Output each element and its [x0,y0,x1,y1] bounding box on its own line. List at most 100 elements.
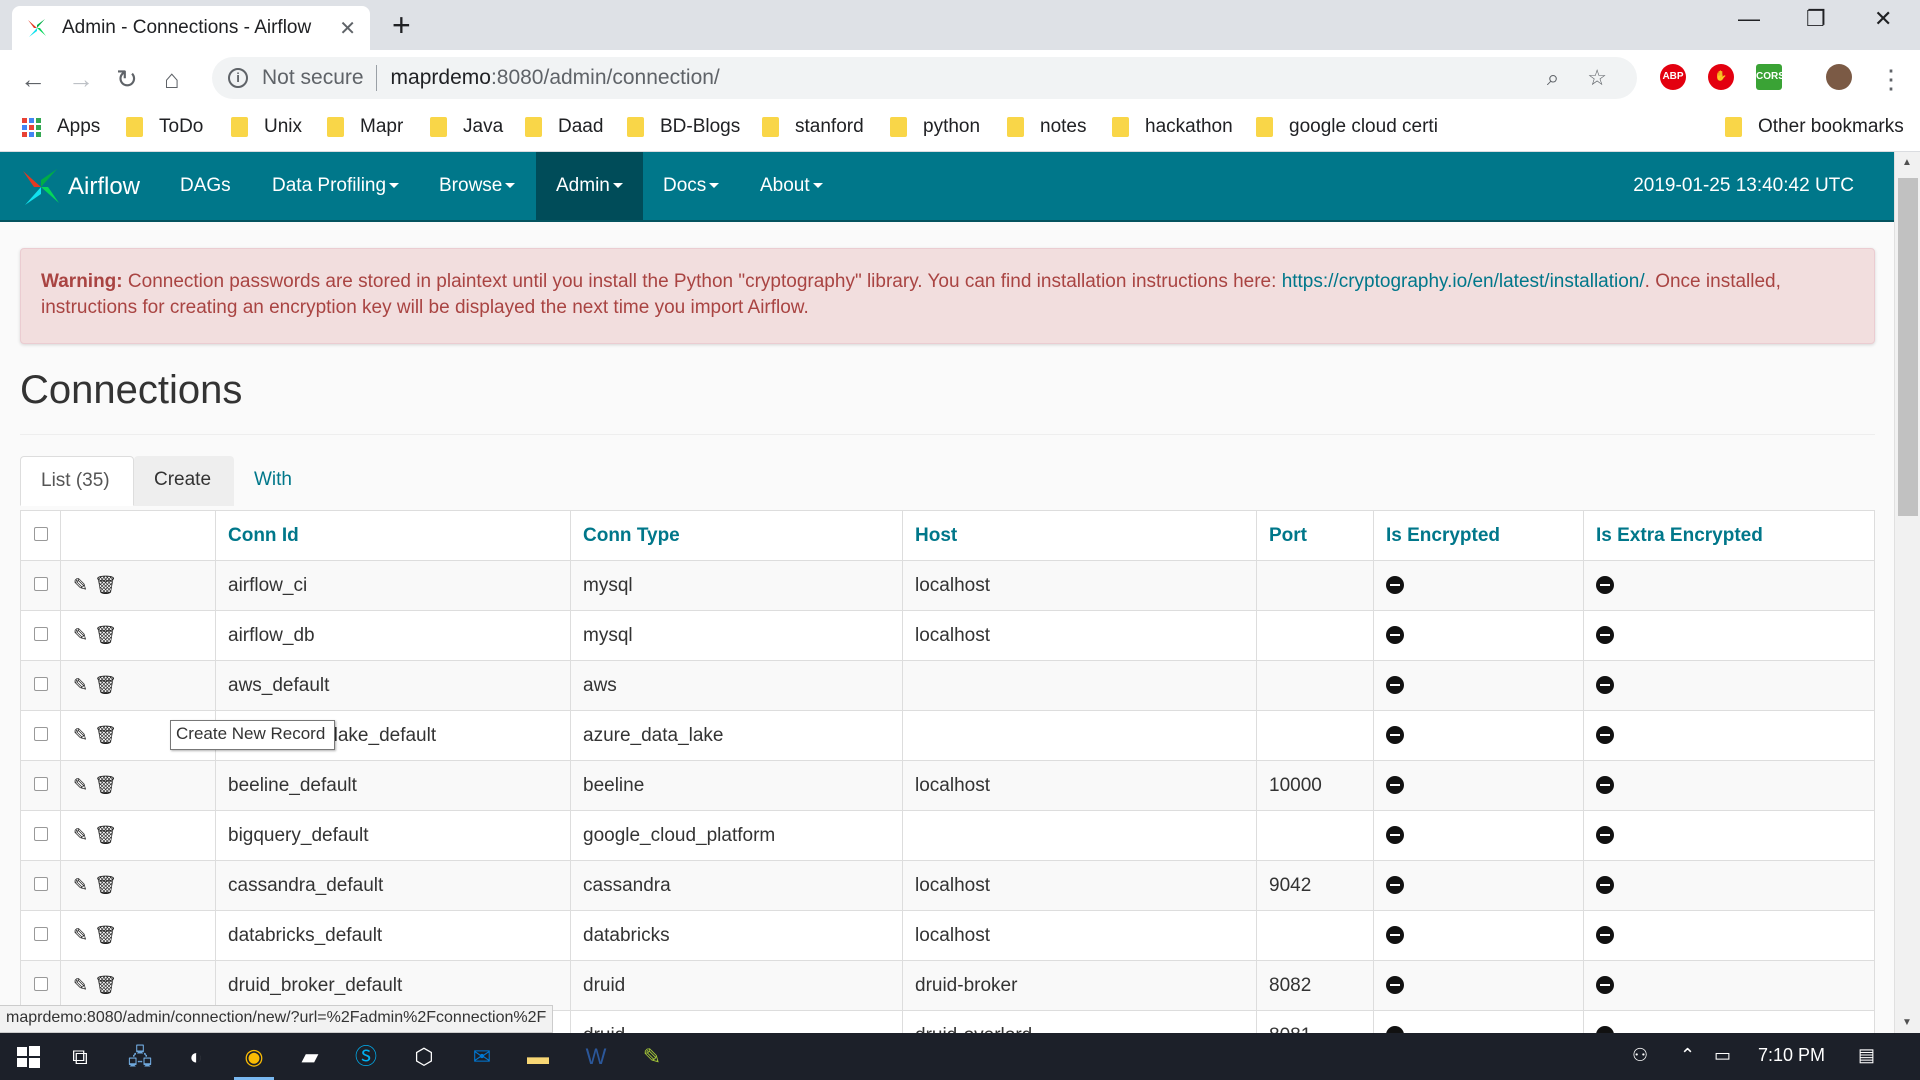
virtualbox-icon[interactable]: ⬡ [410,1043,438,1071]
hand-extension-icon[interactable]: ✋ [1708,64,1734,90]
forward-arrow-icon[interactable]: → [68,64,94,95]
delete-trash-icon[interactable]: 🗑 [94,675,117,696]
nav-browse[interactable]: Browse [419,152,535,220]
home-icon[interactable]: ⌂ [164,64,180,95]
chrome-menu-icon[interactable]: ⋮ [1878,64,1904,95]
cors-extension-icon[interactable]: CORS [1756,64,1785,90]
row-checkbox[interactable] [33,776,48,791]
tray-chevron-icon[interactable]: ⌃ [1680,1045,1695,1066]
bookmark-hackathon[interactable]: hackathon [1112,116,1233,138]
nav-dags[interactable]: DAGs [160,152,251,220]
address-bar[interactable]: i Not secure maprdemo:8080/admin/connect… [212,57,1637,99]
scroll-down-arrow-icon[interactable]: ▼ [1902,1017,1912,1028]
windows-start-icon[interactable] [14,1043,42,1071]
zoom-icon[interactable]: ⌕ [1547,65,1559,90]
column-header-is-extra-encrypted[interactable]: Is Extra Encrypted [1583,510,1875,561]
back-arrow-icon[interactable]: ← [20,64,46,95]
row-checkbox[interactable] [33,576,48,591]
delete-trash-icon[interactable]: 🗑 [94,575,117,596]
edit-pencil-icon[interactable]: ✎ [73,925,88,946]
bookmark-mapr[interactable]: Mapr [327,116,403,138]
action-center-icon[interactable]: ▤ [1858,1045,1875,1066]
delete-trash-icon[interactable]: 🗑 [94,825,117,846]
bookmark-google-cloud-certi[interactable]: google cloud certi [1256,116,1438,138]
row-checkbox[interactable] [33,926,48,941]
with-selected-dropdown[interactable]: With selected [234,456,345,579]
reload-icon[interactable]: ↻ [116,64,138,95]
bookmark-stanford[interactable]: stanford [762,116,864,138]
nav-about[interactable]: About [740,152,843,220]
host-cell: localhost [902,860,1257,911]
bookmark-other[interactable]: Other bookmarks [1725,116,1904,138]
window-minimize-button[interactable]: — [1738,6,1760,32]
edit-pencil-icon[interactable]: ✎ [73,875,88,896]
row-checkbox[interactable] [33,876,48,891]
bookmark-todo[interactable]: ToDo [126,116,203,138]
tab-create[interactable]: Create [134,456,234,506]
skype-icon[interactable]: Ⓢ [352,1043,380,1071]
tab-close-icon[interactable]: ✕ [339,16,356,41]
media-app-icon[interactable]: ◐ [182,1043,210,1071]
edit-pencil-icon[interactable]: ✎ [73,725,88,746]
edit-pencil-icon[interactable]: ✎ [73,825,88,846]
profile-avatar[interactable] [1826,64,1852,90]
info-icon[interactable]: i [228,68,248,88]
column-header-port[interactable]: Port [1256,510,1374,561]
row-checkbox[interactable] [33,676,48,691]
page-scrollbar[interactable]: ▲ ▼ [1894,152,1920,1033]
edit-pencil-icon[interactable]: ✎ [73,975,88,996]
window-restore-button[interactable]: ❐ [1806,6,1826,32]
delete-trash-icon[interactable]: 🗑 [94,975,117,996]
row-checkbox[interactable] [33,626,48,641]
edit-pencil-icon[interactable]: ✎ [73,775,88,796]
delete-trash-icon[interactable]: 🗑 [94,875,117,896]
row-checkbox[interactable] [33,826,48,841]
nav-data-profiling[interactable]: Data Profiling [252,152,419,220]
scrollbar-thumb[interactable] [1898,178,1918,516]
column-header-is-encrypted[interactable]: Is Encrypted [1373,510,1584,561]
delete-trash-icon[interactable]: 🗑 [94,625,117,646]
outlook-icon[interactable]: ✉ [468,1043,496,1071]
bookmark-daad[interactable]: Daad [525,116,603,138]
bookmark-unix[interactable]: Unix [231,116,302,138]
delete-trash-icon[interactable]: 🗑 [94,725,117,746]
taskbar-clock[interactable]: 7:10 PM [1758,1045,1825,1066]
delete-trash-icon[interactable]: 🗑 [94,925,117,946]
nav-admin[interactable]: Admin [536,152,643,220]
browser-tab[interactable]: Admin - Connections - Airflow ✕ [12,6,370,50]
edit-pencil-icon[interactable]: ✎ [73,625,88,646]
column-header-conn-type[interactable]: Conn Type [570,510,903,561]
bookmark-java[interactable]: Java [430,116,503,138]
bookmark-notes[interactable]: notes [1007,116,1086,138]
nav-docs[interactable]: Docs [643,152,739,220]
network-app-icon[interactable]: 🖧 [126,1043,154,1071]
bookmark-apps[interactable]: Apps [22,116,100,138]
battery-icon[interactable]: ▭ [1714,1045,1731,1066]
cryptography-install-link[interactable]: https://cryptography.io/en/latest/instal… [1282,271,1645,292]
select-all-checkbox[interactable] [33,526,48,541]
row-checkbox[interactable] [33,976,48,991]
window-close-button[interactable]: ✕ [1874,6,1892,32]
adblock-extension-icon[interactable]: ABP [1660,64,1686,90]
airflow-brand[interactable]: Airflow [20,166,140,208]
row-checkbox[interactable] [33,726,48,741]
scroll-up-arrow-icon[interactable]: ▲ [1902,157,1912,168]
chrome-taskbar-icon[interactable]: ◉ [240,1043,268,1071]
new-tab-button[interactable]: + [392,9,411,41]
bookmark-star-icon[interactable]: ☆ [1587,65,1607,90]
notes-app-icon[interactable]: ▰ [296,1043,324,1071]
people-icon[interactable]: ⚇ [1632,1045,1648,1066]
task-view-icon[interactable]: ⧉ [66,1043,94,1071]
column-header-conn-id[interactable]: Conn Id [215,510,571,561]
delete-trash-icon[interactable]: 🗑 [94,775,117,796]
edit-pencil-icon[interactable]: ✎ [73,575,88,596]
word-icon[interactable]: W [582,1043,610,1071]
bookmark-python[interactable]: python [890,116,980,138]
column-header-host[interactable]: Host [902,510,1257,561]
tab-list[interactable]: List (35) [20,456,134,506]
edit-pencil-icon[interactable]: ✎ [73,675,88,696]
security-label[interactable]: Not secure [262,66,364,90]
bookmark-bd-blogs[interactable]: BD-Blogs [627,116,740,138]
file-explorer-icon[interactable]: ▬ [524,1043,552,1071]
notepad-plus-icon[interactable]: ✎ [638,1043,666,1071]
